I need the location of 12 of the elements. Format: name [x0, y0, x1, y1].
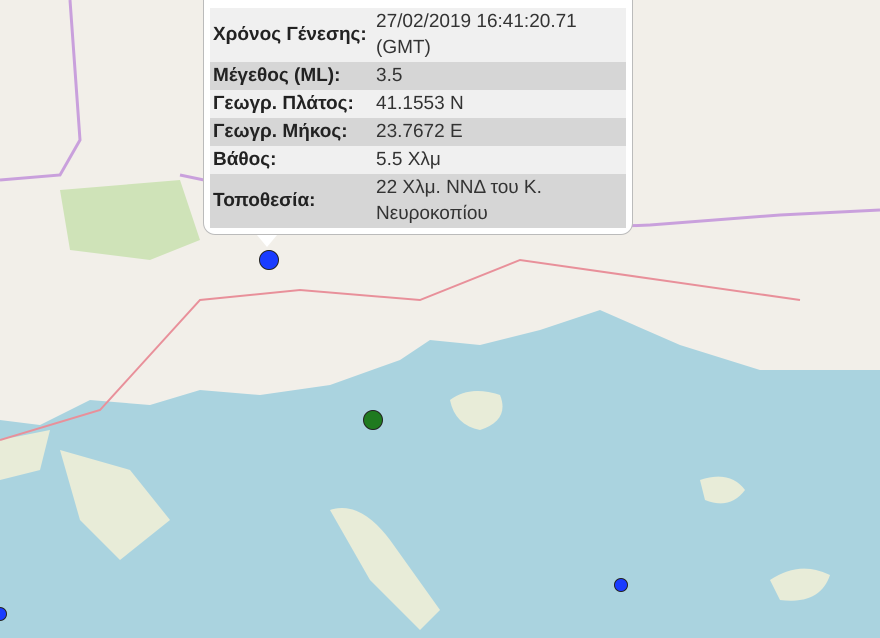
field-value: 5.5 Χλμ — [373, 146, 626, 174]
field-label: Γεωγρ. Πλάτος: — [210, 90, 373, 118]
field-value: 22 Χλμ. ΝΝΔ του Κ. Νευροκοπίου — [373, 174, 626, 228]
field-label: Χρόνος Γένεσης: — [210, 8, 373, 62]
field-label: Βάθος: — [210, 146, 373, 174]
field-label: Τοποθεσία: — [210, 174, 373, 228]
field-value: 23.7672 E — [373, 118, 626, 146]
field-value: 27/02/2019 16:41:20.71 (GMT) — [373, 8, 626, 62]
field-label: Γεωγρ. Μήκος: — [210, 118, 373, 146]
field-value: 3.5 — [373, 62, 626, 90]
field-label: Μέγεθος (ML): — [210, 62, 373, 90]
field-value: 41.1553 N — [373, 90, 626, 118]
